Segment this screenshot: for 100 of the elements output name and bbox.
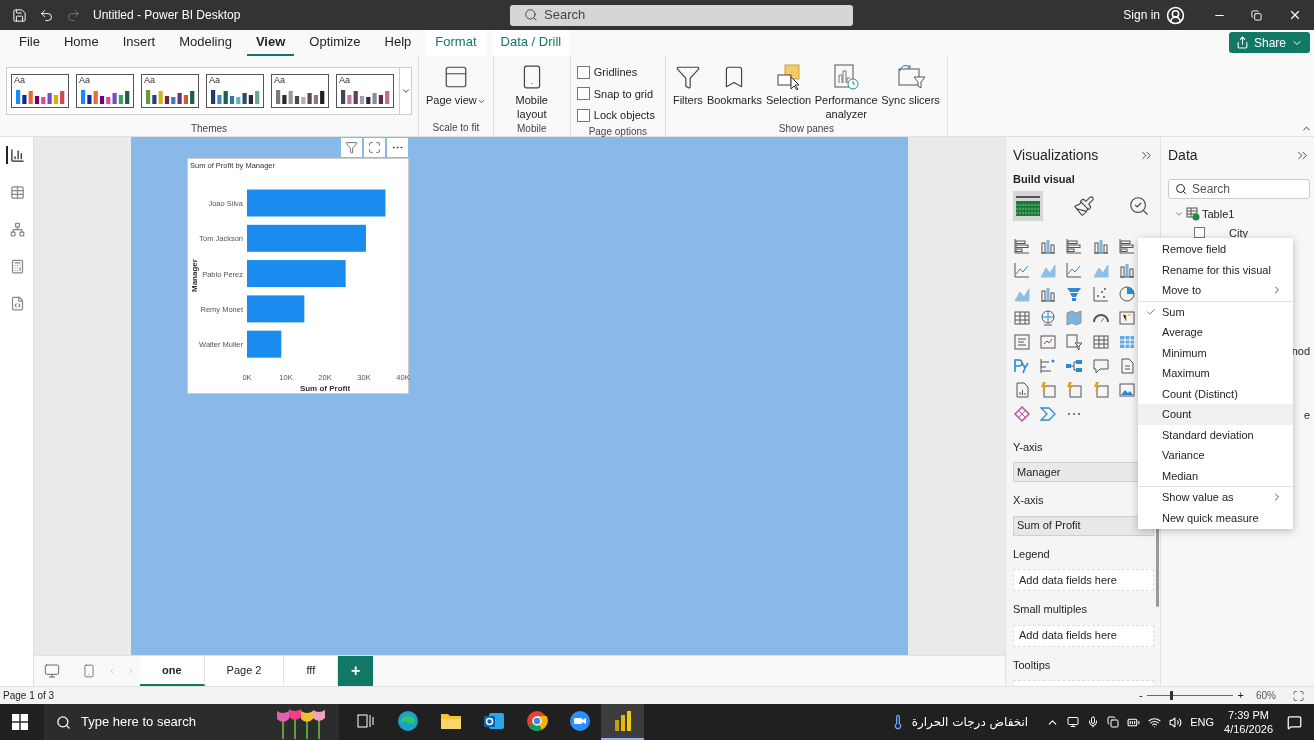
close-icon[interactable] [1288,8,1302,22]
windows-icon[interactable] [12,714,28,730]
fit-page-icon[interactable] [1292,689,1305,702]
search-input[interactable]: Search [544,5,744,25]
menu-tab[interactable]: Insert [113,30,165,56]
search-field[interactable]: Search [510,4,853,26]
filter-icon[interactable] [341,138,362,157]
field-checkbox[interactable] [1194,227,1205,238]
desktop-icon[interactable] [44,663,60,679]
menu-tab[interactable]: Help [375,30,421,56]
language-indicator[interactable]: ENG [1190,713,1215,731]
phone-icon[interactable] [82,663,96,679]
zoom-thumb[interactable] [1169,691,1173,700]
expand-icon[interactable] [400,86,411,96]
mode-tab[interactable] [1013,190,1043,221]
menu-item[interactable]: Count [1138,404,1293,425]
page-tab[interactable]: fff [284,656,339,686]
bar[interactable] [247,330,282,358]
visual-type-icon[interactable] [1117,308,1136,327]
visual-type-icon[interactable] [1117,284,1136,303]
theme-swatch[interactable]: Aa [271,74,329,108]
checkbox-option[interactable]: Lock objects [576,107,655,124]
microphone-icon[interactable] [1087,716,1100,728]
add-page-button[interactable]: + [338,656,374,686]
field-name[interactable]: e [1303,407,1310,424]
theme-swatch[interactable]: Aa [141,74,199,108]
checkbox-option[interactable]: Gridlines [576,64,655,81]
weather-text[interactable]: انخفاض درجات الحرارة [911,713,1029,731]
visual-type-icon[interactable] [1065,236,1084,255]
wifi-icon[interactable] [1148,715,1162,729]
menu-tab[interactable]: Data / Drill [491,30,571,56]
menu-item[interactable]: Rename for this visual [1138,259,1293,280]
bar[interactable] [247,224,366,252]
menu-item[interactable]: Average [1138,322,1293,343]
visual-type-icon[interactable] [1091,284,1110,303]
focus-mode-icon[interactable] [364,138,385,157]
window-icon[interactable] [1107,716,1120,728]
checkbox[interactable] [576,87,590,101]
menu-tab[interactable]: Modeling [170,30,241,56]
page-tab[interactable]: Page 2 [204,656,285,686]
menu-item[interactable]: Move to [1138,280,1293,301]
checkbox[interactable] [576,65,590,79]
checkbox-option[interactable]: Snap to grid [576,85,655,102]
menu-tab[interactable]: Optimize [300,30,370,56]
menu-tab[interactable]: Format [426,30,486,56]
ribbon-button[interactable]: Page view [425,63,487,107]
visual-type-icon[interactable] [1013,308,1031,327]
ribbon-button[interactable]: Mobile layout [499,63,564,121]
search-input[interactable]: Type here to search [81,712,221,732]
bar[interactable] [247,260,346,288]
field-name[interactable]: nod [1291,342,1310,359]
menu-tab[interactable]: Home [54,30,108,56]
save-icon[interactable] [12,7,27,23]
visual-type-icon[interactable] [1065,260,1084,279]
menu-item[interactable]: Standard deviation [1138,424,1293,445]
visual-type-icon[interactable] [1117,236,1136,255]
table-name[interactable]: Table1 [1202,206,1235,223]
visual-type-icon[interactable] [1013,380,1031,399]
checkbox[interactable] [576,108,590,122]
theme-swatch[interactable]: Aa [336,74,394,108]
visual-type-icon[interactable] [1013,356,1031,375]
search-field[interactable]: Search [1168,179,1310,199]
search-input[interactable]: Search [1192,180,1282,198]
undo-icon[interactable] [39,7,54,23]
clock-date[interactable]: 4/16/2026 [1224,722,1273,736]
theme-swatch[interactable]: Aa [11,74,69,108]
drop-zone[interactable]: Add data fields here [1013,624,1154,647]
ribbon-button[interactable]: Filters [671,63,704,107]
zoom-out-button[interactable]: - [1138,687,1143,704]
visual-type-icon[interactable] [1117,380,1136,399]
visual-type-icon[interactable] [1065,332,1084,351]
zoom-slider[interactable] [1146,690,1233,701]
visual-type-icon[interactable] [1091,332,1110,351]
field-name[interactable]: City [1229,226,1248,239]
volume-icon[interactable] [1169,715,1183,729]
sign-in-link[interactable]: Sign in [1123,6,1160,24]
taskbar-app[interactable] [601,704,644,740]
redo-icon[interactable] [66,7,81,23]
theme-swatch[interactable]: Aa [76,74,134,108]
share-button[interactable]: Share [1228,32,1310,53]
field-pill[interactable]: Sum of Profit [1013,515,1154,536]
display-icon[interactable] [1067,716,1080,728]
ribbon-button[interactable]: Performance analyzer [814,63,879,121]
menu-tab[interactable]: File [10,30,49,56]
user-icon[interactable] [1166,5,1185,25]
theme-swatch[interactable]: Aa [206,74,264,108]
visual-type-icon[interactable] [1013,236,1031,255]
ribbon-button[interactable]: Bookmarks [705,63,763,107]
visual-type-icon[interactable] [1039,332,1058,351]
visual-type-icon[interactable] [1039,308,1058,327]
menu-item[interactable]: Sum [1138,301,1293,322]
menu-item[interactable]: Count (Distinct) [1138,383,1293,404]
menu-item[interactable]: Remove field [1138,239,1293,260]
visual-type-icon[interactable] [1013,404,1031,423]
taskbar-search-field[interactable]: Type here to search [44,704,339,740]
bar[interactable] [247,295,305,323]
page-tab[interactable]: one [140,656,205,686]
clock-time[interactable]: 7:39 PM [1228,708,1269,722]
zoom-in-button[interactable]: + [1237,687,1244,704]
menu-item[interactable]: Maximum [1138,363,1293,384]
